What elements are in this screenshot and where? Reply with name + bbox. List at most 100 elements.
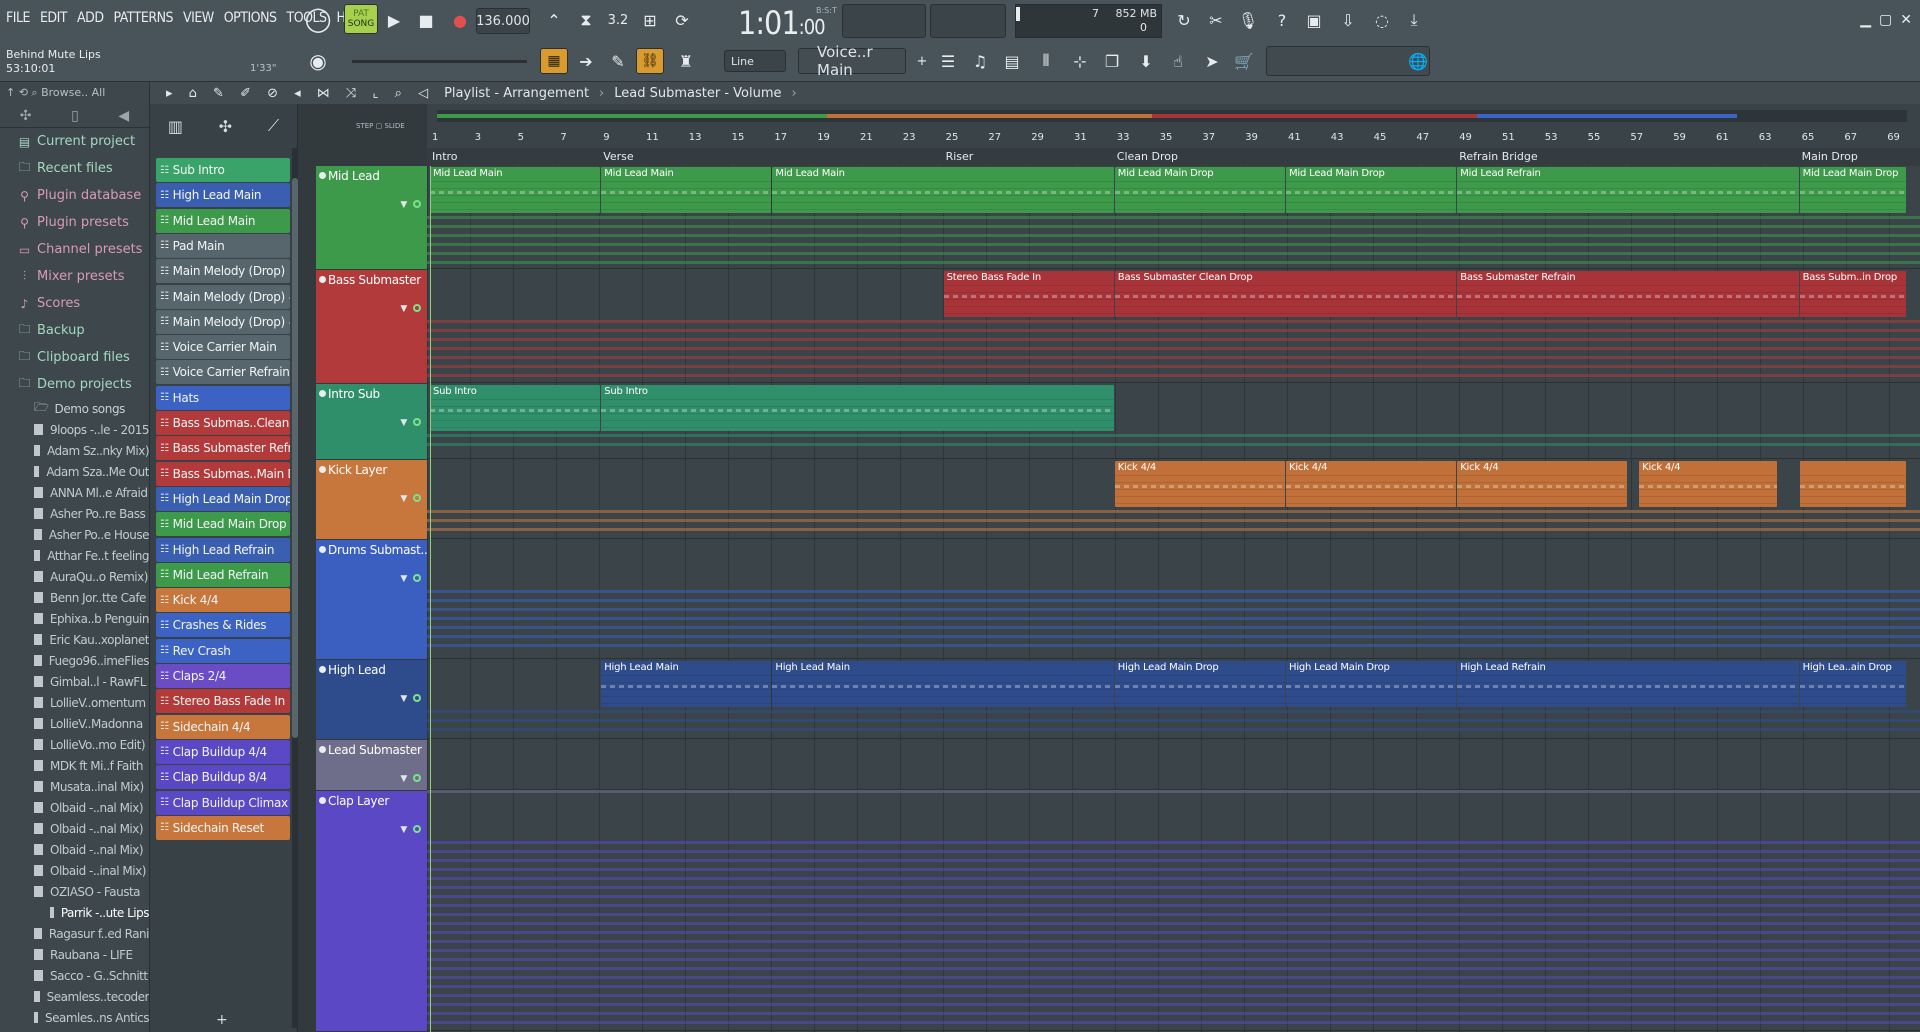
pattern-clip[interactable]: Kick 4/4 [1639,461,1778,507]
track-enable-icon[interactable] [319,276,326,283]
playlist-tools-icons[interactable]: ▸ ⌂ ✎ ✐ ⊘ ◂ ⋈ ⤨ ⌞ ⌕ ◁ [166,86,434,101]
track-enable-icon[interactable] [319,390,326,397]
microphone-icon[interactable]: 🎙 [1234,7,1262,33]
pattern-item[interactable]: Main Melody (Drop) #2 [156,309,290,334]
track-lane[interactable] [427,740,1920,793]
track-lane[interactable] [427,540,1920,659]
pencil-icon[interactable]: ✎ [604,48,632,74]
track-menu-icon[interactable]: ▼ [400,694,407,704]
browser-file[interactable]: MDK ft Mi..f Faith [0,755,149,776]
track-enable-icon[interactable] [319,172,326,179]
pattern-clip[interactable]: Mid Lead Main [601,167,772,213]
touch-controller-icon[interactable]: ☝ [1164,48,1192,74]
pattern-item[interactable]: Crashes & Rides [156,613,290,638]
mixer-icon[interactable]: ⫴ [1032,48,1060,74]
track-header[interactable]: Kick Layer ▼ [316,460,427,539]
pattern-clip[interactable]: Bass Subm..in Drop [1799,271,1906,317]
timeline-marker[interactable]: Intro [432,150,458,163]
pattern-clip[interactable]: Mid Lead Refrain [1457,167,1799,213]
pattern-item[interactable]: Bass Submas..Main Drop [156,461,290,486]
pattern-item[interactable]: High Lead Refrain [156,537,290,562]
browser-file[interactable]: Olbaid -..nal Mix) [0,839,149,860]
automation-icon[interactable]: ⟋ [268,116,279,136]
browser-file[interactable]: OZIASO - Fausta [0,881,149,902]
browser-file[interactable]: Atthar Fe..t feeling [0,545,149,566]
arrow-right-icon[interactable]: ➔ [572,48,600,74]
pat-song-toggle[interactable]: PAT SONG [344,4,378,34]
pattern-clip[interactable]: Mid Lead Main [772,167,1114,213]
pattern-item[interactable]: Bass Submaster Refrain [156,436,290,461]
track-record-icon[interactable] [413,304,421,312]
pattern-item[interactable]: Clap Buildup Climax [156,790,290,815]
channel-rack-icon[interactable]: ▤ [998,48,1026,74]
track-header[interactable]: Mid Lead ▼ [316,166,427,269]
chat-icon[interactable]: ◌ [1368,7,1396,33]
breadcrumb-target[interactable]: Lead Submaster - Volume [614,86,781,101]
browser-file[interactable]: Olbaid -..nal Mix) [0,797,149,818]
browser-file[interactable]: LollieV..Madonna [0,713,149,734]
pattern-clip[interactable]: High Lead Main Drop [1286,661,1457,707]
pattern-item[interactable]: Mid Lead Main [156,208,290,233]
cut-icon[interactable]: ✂ [1202,7,1230,33]
timeline-marker[interactable]: Clean Drop [1117,150,1178,163]
pattern-item[interactable]: Mid Lead Refrain [156,562,290,587]
browser-file[interactable]: Gimbal..l - RawFL [0,671,149,692]
pattern-clip[interactable]: Stereo Bass Fade In [943,271,1114,317]
collapse-icon[interactable]: ✣ [20,108,32,124]
pattern-clip[interactable]: High Lead Refrain [1457,661,1799,707]
pattern-item[interactable]: Bass Submas..Clean Drop [156,411,290,435]
browser-item[interactable]: 🗀 Clipboard files [0,344,149,371]
snap-selector[interactable]: Line [724,50,786,72]
browser-subfolder[interactable]: 🗁 Demo songs [0,398,149,419]
track-menu-icon[interactable]: ▼ [400,774,407,784]
picker-scroll-thumb[interactable] [292,178,298,738]
browser-item[interactable]: 🗀 Recent files [0,155,149,182]
pattern-clip[interactable]: Mid Lead Main Drop [1114,167,1285,213]
marker-row[interactable]: Intro Verse Riser Clean Drop Refrain Bridge M… [427,148,1920,166]
browser-file[interactable]: LollieVo..mo Edit) [0,734,149,755]
pattern-item[interactable]: Rev Crash [156,638,290,663]
browser-item[interactable]: ♪ Scores [0,290,149,317]
track-record-icon[interactable] [413,825,421,833]
track-record-icon[interactable] [413,494,421,502]
browser-file[interactable]: Fuego96..imeFlies [0,650,149,671]
pattern-item[interactable]: Hats [156,385,290,410]
pattern-picker-icon[interactable]: ▥ [168,117,183,136]
track-record-icon[interactable] [413,418,421,426]
blend-notes-icon[interactable]: ⊞ [636,7,664,33]
playlist-tool-draw[interactable]: ▦ [540,48,568,74]
file-icon[interactable]: ▯ [71,108,79,124]
globe-icon[interactable]: 🌐 [1404,48,1432,74]
pattern-clip[interactable]: Mid Lead Main Drop [1286,167,1457,213]
menu-view[interactable]: VIEW [183,10,214,26]
record-icon[interactable]: ● [446,7,474,33]
playhead[interactable] [430,166,431,1032]
stamp-icon[interactable]: ♜ [672,48,700,74]
browser-file[interactable]: Eric Kau..xoplanet [0,629,149,650]
timeline[interactable]: 1 3 5 7 9 11 13 15 17 19 21 23 25 27 29 31 33 35 37 39 41 43 4… [427,104,1920,166]
pattern-item[interactable]: High Lead Main Drop [156,486,290,511]
browser-file[interactable]: Seamless..nagerie [0,1028,149,1032]
browser-item[interactable]: ▭ Channel presets [0,236,149,263]
pattern-item[interactable]: Sidechain Reset [156,815,290,840]
track-enable-icon[interactable] [319,466,326,473]
track-enable-icon[interactable] [319,797,326,804]
track-header[interactable]: Clap Layer ▼ [316,791,427,1031]
browser-file[interactable]: AuraQu..o Remix) [0,566,149,587]
track-menu-icon[interactable]: ▼ [400,494,407,504]
step-slide-switch[interactable]: STEP ▢ SLIDE [356,122,405,130]
browser-item[interactable]: ⚲ Plugin presets [0,209,149,236]
browser-file[interactable]: 9loops -..le - 2015 [0,419,149,440]
track-header[interactable]: Drums Submast.. ▼ [316,540,427,659]
browser-file[interactable]: Ephixa..b Penguin [0,608,149,629]
speaker-icon[interactable]: ◀ [118,108,129,124]
render-icon[interactable]: ⇩ [1334,7,1362,33]
pattern-clip[interactable]: Kick 4/4 [1286,461,1457,507]
maximize-icon[interactable]: ▢ [1879,12,1892,28]
pattern-selector[interactable]: Voice..r Main [798,43,906,79]
pattern-item[interactable]: Clap Buildup 4/4 [156,739,290,764]
undo-history-icon[interactable]: ↻ [1170,7,1198,33]
track-header[interactable]: High Lead ▼ [316,660,427,739]
breadcrumb-playlist[interactable]: Playlist - Arrangement [444,86,589,101]
countdown-icon[interactable]: 3.2 [604,7,632,33]
